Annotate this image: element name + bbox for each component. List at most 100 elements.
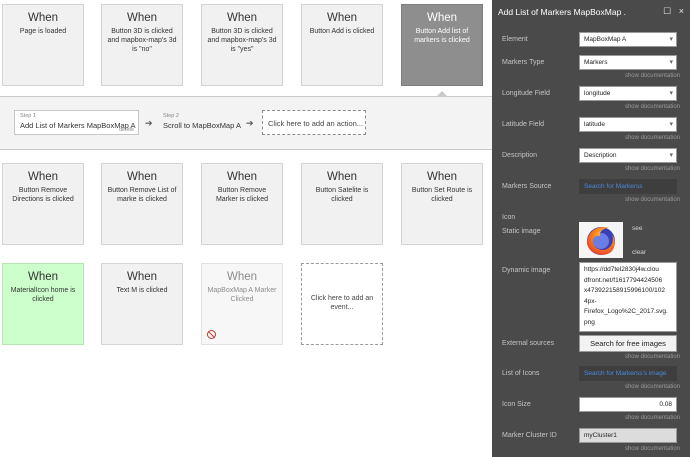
show-documentation-link[interactable]: show documentation [625,197,680,203]
card-desc: Button Set Route is clicked [411,187,473,203]
event-button-add-list-of-markers[interactable]: When Button Add list of markers is click… [401,4,483,86]
dynamic-image-line: Firefox_Logo%2C_2017.svg. [584,308,668,315]
step-1[interactable]: Step 1 Add List of Markers MapBoxMap A d… [14,110,139,135]
longitude-field-select[interactable]: longitude ▾ [579,86,677,101]
event-button-satelite[interactable]: When Button Satelite is clicked [301,163,383,245]
markers-source-value: Search for Markerss [584,183,643,190]
static-image-label: Static image [502,228,541,235]
card-when: When [126,271,158,283]
card-desc: Button 3D is clicked and mapbox-map's 3d… [207,28,277,53]
event-button-add[interactable]: When Button Add is clicked [301,4,383,86]
icon-section-label: Icon [502,214,516,221]
card-when: When [326,12,358,24]
search-free-images-button[interactable]: Search for free images [579,335,677,352]
list-of-icons-value: Search for Markerss's image [584,370,667,377]
card-when: When [426,12,458,24]
card-desc: Button Remove Directions is clicked [12,187,74,203]
event-button-3d-yes[interactable]: When Button 3D is clicked and mapbox-map… [201,4,283,86]
show-documentation-link[interactable]: show documentation [625,446,680,452]
see-image-link[interactable]: see [632,225,642,232]
step-label: Scroll to MapBoxMap A [163,121,241,130]
add-action-label: Click here to add an action... [268,119,364,128]
external-sources-label: External sources [502,340,555,347]
show-documentation-link[interactable]: show documentation [625,354,680,360]
show-documentation-link[interactable]: show documentation [625,166,680,172]
card-desc: MapBoxMap A Marker Clicked [207,287,277,303]
icon-size-label: Icon Size [502,401,531,408]
chevron-down-icon: ▾ [669,36,673,43]
list-of-icons-input[interactable]: Search for Markerss's image [579,366,677,381]
card-desc: Button Satelite is clicked [315,187,369,203]
event-page-loaded[interactable]: When Page is loaded [2,4,84,86]
show-documentation-link[interactable]: show documentation [625,73,680,79]
step-2[interactable]: Step 2 Scroll to MapBoxMap A [157,110,252,135]
description-value: Description [584,152,617,159]
chevron-down-icon: ▾ [669,152,673,159]
firefox-logo-icon[interactable] [579,222,623,258]
event-button-remove-list[interactable]: When Button Remove List of marke is clic… [101,163,183,245]
card-when: When [126,171,158,183]
markers-source-input[interactable]: Search for Markerss [579,179,677,194]
longitude-field-value: longitude [584,90,611,97]
card-when: When [226,12,258,24]
description-label: Description [502,152,538,159]
step-number: Step 1 [20,113,36,119]
arrow-right-icon: ➔ [145,118,153,128]
close-icon[interactable]: × [679,6,684,16]
add-action-button[interactable]: Click here to add an action... [262,110,366,135]
comment-icon[interactable]: ☐ [663,6,671,16]
show-documentation-link[interactable]: show documentation [625,135,680,141]
markers-source-label: Markers Source [502,183,552,190]
panel-title: Add List of Markers MapBoxMap . [498,7,627,17]
event-text-m[interactable]: When Text M is clicked [101,263,183,345]
card-when: When [226,171,258,183]
chevron-down-icon: ▾ [669,59,673,66]
delete-step-link[interactable]: delete [119,127,134,133]
add-event-button[interactable]: Click here to add an event... [301,263,383,345]
chevron-down-icon: ▾ [669,90,673,97]
card-desc: Button 3D is clicked and mapbox-map's 3d… [107,28,177,53]
card-when: When [27,271,59,283]
card-when: When [27,12,59,24]
card-desc: Page is loaded [19,28,67,35]
latitude-field-select[interactable]: latitude ▾ [579,117,677,132]
element-label: Element [502,36,528,43]
add-event-label: Click here to add an event... [310,295,374,311]
card-when: When [126,12,158,24]
marker-cluster-id-input[interactable]: myCluster1 [579,428,677,443]
icon-size-input[interactable]: 0.08 [579,397,677,412]
latitude-field-value: latitude [584,121,605,128]
card-desc: Button Add is clicked [309,28,375,35]
element-value: MapBoxMap A [584,36,627,43]
card-desc: Button Remove Marker is clicked [215,187,269,203]
longitude-field-label: Longitude Field [502,90,550,97]
clear-image-link[interactable]: clear [632,249,646,256]
event-materialicon-home[interactable]: When MaterialIcon home is clicked [2,263,84,345]
element-select[interactable]: MapBoxMap A ▾ [579,32,677,47]
event-button-set-route[interactable]: When Button Set Route is clicked [401,163,483,245]
marker-cluster-id-label: Marker Cluster ID [502,432,557,439]
card-when: When [27,171,59,183]
event-marker-clicked[interactable]: When MapBoxMap A Marker Clicked [201,263,283,345]
dynamic-image-line: x473922158915996100/102 [584,287,665,294]
markers-type-select[interactable]: Markers ▾ [579,55,677,70]
list-of-icons-label: List of Icons [502,370,540,377]
dynamic-image-line: png [584,318,595,326]
card-desc: MaterialIcon home is clicked [10,287,76,303]
dynamic-image-input[interactable]: https://dd7tel2830j4w.clou dfront.net/f1… [579,262,677,332]
step-number: Step 2 [163,113,179,119]
show-documentation-link[interactable]: show documentation [625,104,680,110]
event-button-3d-no[interactable]: When Button 3D is clicked and mapbox-map… [101,4,183,86]
event-button-remove-directions[interactable]: When Button Remove Directions is clicked [2,163,84,245]
show-documentation-link[interactable]: show documentation [625,415,680,421]
description-select[interactable]: Description ▾ [579,148,677,163]
dynamic-image-label: Dynamic image [502,267,551,274]
dynamic-image-line: dfront.net/f1617794424506 [584,276,663,284]
event-button-remove-marker[interactable]: When Button Remove Marker is clicked [201,163,283,245]
latitude-field-label: Latitude Field [502,121,545,128]
card-when: When [326,171,358,183]
marker-cluster-id-value: myCluster1 [584,432,617,439]
no-entry-icon [207,330,216,339]
card-when: When [226,271,258,283]
show-documentation-link[interactable]: show documentation [625,384,680,390]
